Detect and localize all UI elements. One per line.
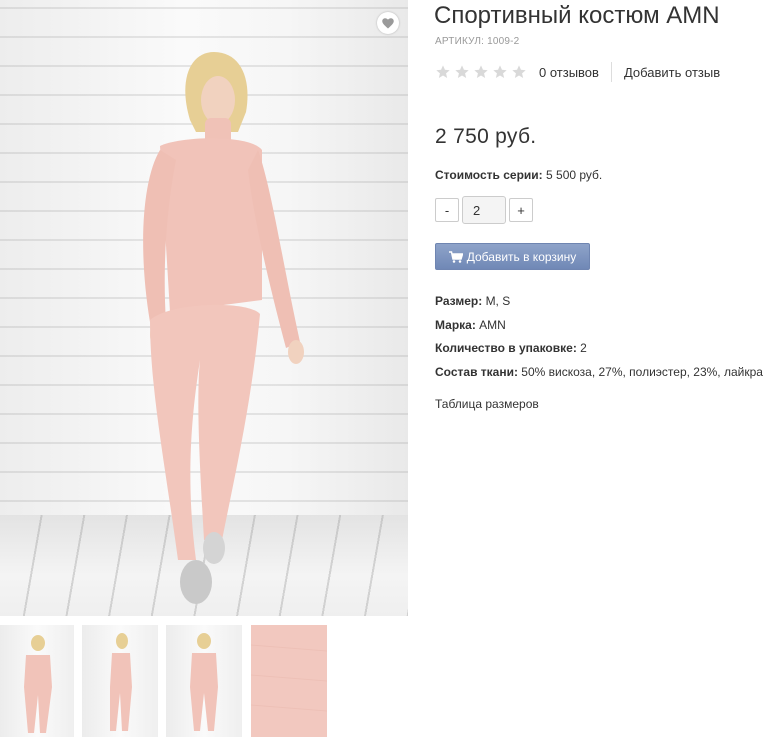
star-icon[interactable] bbox=[473, 64, 489, 80]
spec-label: Количество в упаковке: bbox=[435, 341, 577, 355]
divider bbox=[610, 62, 612, 82]
add-review-link[interactable]: Добавить отзыв bbox=[624, 65, 720, 80]
star-icon[interactable] bbox=[511, 64, 527, 80]
fabric-texture bbox=[251, 644, 327, 712]
product-main-image[interactable] bbox=[0, 0, 408, 616]
product-title: Спортивный костюм AMN bbox=[434, 2, 720, 29]
product-sku: АРТИКУЛ: 1009-2 bbox=[435, 36, 520, 47]
spec-value: 2 bbox=[580, 341, 587, 355]
star-icon[interactable] bbox=[492, 64, 508, 80]
add-to-favorites-button[interactable] bbox=[377, 12, 399, 34]
spec-brand: Марка: AMN bbox=[435, 318, 506, 332]
spec-value: M, S bbox=[485, 294, 511, 308]
series-price-value: 5 500 руб. bbox=[546, 168, 603, 182]
thumbnail-image bbox=[110, 633, 132, 731]
star-icon[interactable] bbox=[454, 64, 470, 80]
thumbnail-1[interactable] bbox=[0, 625, 74, 737]
size-table-link[interactable]: Таблица размеров bbox=[435, 397, 539, 411]
quantity-stepper: - + bbox=[435, 196, 533, 224]
spec-pack-quantity: Количество в упаковке: 2 bbox=[435, 341, 587, 355]
spec-value: 50% вискоза, 27%, полиэстер, 23%, лайкра bbox=[521, 365, 763, 379]
product-price: 2 750 руб. bbox=[435, 125, 537, 148]
series-price: Стоимость серии: 5 500 руб. bbox=[435, 168, 602, 182]
heart-icon bbox=[382, 17, 394, 28]
spec-fabric: Состав ткани: 50% вискоза, 27%, полиэсте… bbox=[435, 365, 763, 379]
rating-stars[interactable] bbox=[435, 64, 527, 80]
spec-label: Размер: bbox=[435, 294, 483, 308]
add-to-cart-button[interactable]: Добавить в корзину bbox=[435, 243, 590, 270]
reviews-count-link[interactable]: 0 отзывов bbox=[539, 65, 599, 80]
thumbnail-2[interactable] bbox=[82, 625, 158, 737]
spec-label: Марка: bbox=[435, 318, 476, 332]
quantity-increase-button[interactable]: + bbox=[509, 198, 533, 222]
thumbnail-image bbox=[24, 635, 52, 733]
spec-size: Размер: M, S bbox=[435, 294, 510, 308]
star-icon[interactable] bbox=[435, 64, 451, 80]
series-price-label: Стоимость серии: bbox=[435, 168, 543, 182]
thumbnail-image bbox=[190, 633, 218, 731]
spec-value: AMN bbox=[479, 318, 506, 332]
rating-row: 0 отзывов Добавить отзыв bbox=[435, 62, 720, 82]
thumbnail-3[interactable] bbox=[166, 625, 242, 737]
shopping-cart-icon bbox=[448, 250, 463, 263]
thumbnail-4-fabric[interactable] bbox=[251, 625, 327, 737]
model-figure bbox=[143, 52, 304, 604]
spec-label: Состав ткани: bbox=[435, 365, 518, 379]
quantity-decrease-button[interactable]: - bbox=[435, 198, 459, 222]
quantity-input[interactable] bbox=[462, 196, 506, 224]
add-to-cart-label: Добавить в корзину bbox=[466, 249, 577, 264]
